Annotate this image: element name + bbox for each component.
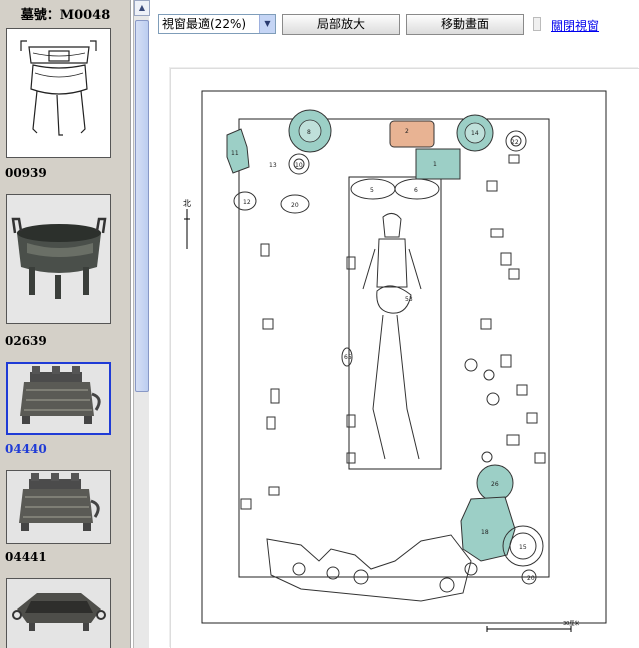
thumbnail-04441[interactable] bbox=[6, 470, 111, 544]
svg-text:2: 2 bbox=[405, 128, 409, 135]
svg-text:1: 1 bbox=[433, 161, 437, 168]
svg-text:14: 14 bbox=[471, 130, 479, 137]
thumbnail-label[interactable]: 04440 bbox=[5, 442, 47, 456]
scroll-up-arrow-icon[interactable]: ▲ bbox=[134, 0, 150, 16]
bronze-bowl-photo bbox=[7, 195, 110, 323]
partial-zoom-button[interactable]: 局部放大 bbox=[282, 14, 400, 35]
thumbnail-02639[interactable] bbox=[6, 194, 111, 324]
tomb-plan-drawing: 北 8 142 11022 5 620 122618 152065 111353… bbox=[183, 90, 607, 632]
bronze-tray-photo bbox=[7, 579, 110, 648]
svg-text:12: 12 bbox=[243, 199, 251, 206]
highlighted-vessels bbox=[226, 109, 516, 562]
thumbnail-sidebar: 墓號：M0048 00939 02639 04440 04441 bbox=[0, 0, 131, 648]
zoom-level-select[interactable]: 視窗最適(22%) ▼ bbox=[158, 14, 276, 34]
svg-text:22: 22 bbox=[511, 139, 519, 146]
document-viewer[interactable]: 北 8 14 2 1 10 22 5 6 20 12 26 18 15 20 6… bbox=[150, 48, 639, 648]
vessel-1 bbox=[415, 148, 461, 180]
svg-text:20: 20 bbox=[527, 575, 535, 582]
coffin-outline bbox=[348, 176, 442, 470]
tomb-number-title: 墓號：M0048 bbox=[20, 8, 111, 23]
north-arrow-icon bbox=[184, 209, 190, 249]
svg-text:26: 26 bbox=[491, 481, 499, 488]
svg-text:53: 53 bbox=[405, 296, 413, 303]
svg-text:13: 13 bbox=[269, 162, 277, 169]
chevron-down-icon[interactable]: ▼ bbox=[259, 15, 275, 33]
close-window-link[interactable]: 關閉視窗 bbox=[551, 17, 599, 34]
svg-text:20: 20 bbox=[291, 202, 299, 209]
thumbnail-04440[interactable] bbox=[6, 362, 111, 435]
svg-text:65: 65 bbox=[344, 354, 352, 361]
svg-text:5: 5 bbox=[370, 187, 374, 194]
bronze-box-photo bbox=[8, 364, 109, 433]
thumbnail-label[interactable]: 02639 bbox=[5, 334, 47, 348]
vessel-2 bbox=[389, 120, 435, 148]
svg-text:6: 6 bbox=[414, 187, 418, 194]
tomb-plan-page: 北 8 14 2 1 10 22 5 6 20 12 26 18 15 20 6… bbox=[170, 68, 639, 648]
viewer-toolbar: 視窗最適(22%) ▼ 局部放大 移動畫面 關閉視窗 bbox=[150, 0, 639, 48]
toolbar-separator-icon bbox=[533, 17, 541, 31]
bronze-vessel-line-drawing bbox=[7, 29, 110, 157]
sidebar-scrollbar[interactable]: ▲ bbox=[133, 0, 150, 648]
scale-label: 30厘米 bbox=[563, 620, 579, 627]
svg-text:8: 8 bbox=[307, 129, 311, 136]
svg-text:18: 18 bbox=[481, 529, 489, 536]
move-view-button[interactable]: 移動畫面 bbox=[406, 14, 524, 35]
zoom-level-value: 視窗最適(22%) bbox=[162, 17, 247, 31]
outer-pit-outline bbox=[201, 90, 607, 624]
north-label: 北 bbox=[183, 199, 191, 208]
svg-text:11: 11 bbox=[231, 150, 239, 157]
scale-bar: 30厘米 bbox=[486, 620, 579, 632]
svg-text:10: 10 bbox=[295, 162, 303, 169]
thumbnail-label[interactable]: 04441 bbox=[5, 550, 47, 564]
bronze-box-photo bbox=[7, 471, 110, 543]
thumbnail-tray[interactable] bbox=[6, 578, 111, 648]
thumbnail-label[interactable]: 00939 bbox=[5, 166, 47, 180]
scrollbar-thumb[interactable] bbox=[135, 20, 149, 392]
thumbnail-00939[interactable] bbox=[6, 28, 111, 158]
svg-text:15: 15 bbox=[519, 544, 527, 551]
